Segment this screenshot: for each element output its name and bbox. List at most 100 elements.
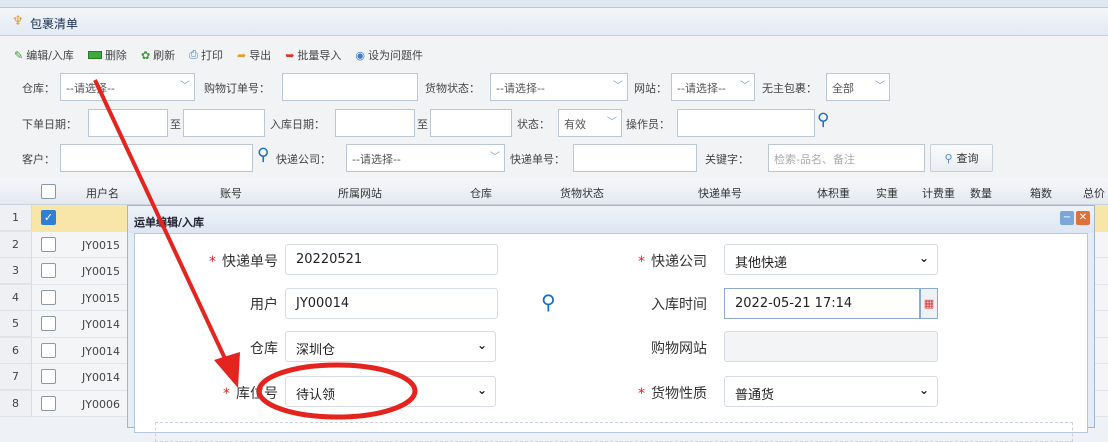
- courier-label: 快递公司：: [276, 153, 331, 166]
- panel-title-bar: ♆ 包裹清单: [0, 8, 1108, 36]
- column-header[interactable]: 用户名: [86, 185, 119, 201]
- column-header[interactable]: 所属网站: [338, 185, 382, 201]
- warehouse-select[interactable]: --请选择-- ﹀: [60, 73, 195, 101]
- batch-import-button[interactable]: ➥ 批量导入: [285, 47, 341, 63]
- goods-status-select[interactable]: --请选择-- ﹀: [490, 73, 628, 101]
- dialog-title: 运单编辑/入库: [128, 206, 1094, 233]
- instock-date-label: 入库日期：: [270, 118, 325, 131]
- chevron-down-icon: ﹀: [607, 117, 617, 128]
- goods-type-select[interactable]: 普通货 ⌄: [724, 376, 938, 407]
- refresh-icon: ✿: [140, 48, 151, 62]
- export-icon: ➦: [236, 48, 247, 62]
- operator-input[interactable]: [677, 109, 815, 137]
- username-cell: JY0015: [82, 238, 120, 252]
- customer-input[interactable]: [60, 144, 253, 172]
- chevron-down-icon: ⌄: [476, 338, 487, 352]
- site-select[interactable]: --请选择-- ﹀: [671, 73, 755, 101]
- location-label: * 库位号: [223, 386, 278, 402]
- operator-label: 操作员：: [626, 118, 670, 131]
- warehouse-label: 仓库：: [22, 82, 55, 95]
- courier-select[interactable]: 其他快递 ⌄: [724, 244, 938, 275]
- column-header[interactable]: 体积重: [817, 185, 850, 201]
- toolbar: ✎ 编辑/入库 删除 ✿ 刷新 ⎙ 打印 ➦ 导出 ➥ 批量导入 ◉ 设为问题件: [14, 47, 423, 63]
- row-number: 1: [0, 205, 32, 231]
- user-label: 用户: [250, 297, 278, 313]
- delete-icon: [87, 51, 102, 59]
- row-checkbox[interactable]: [41, 369, 56, 384]
- column-header[interactable]: 箱数: [1030, 185, 1052, 201]
- minimize-icon[interactable]: −: [1060, 211, 1074, 225]
- chevron-down-icon: ⌄: [918, 251, 929, 265]
- customer-search-icon[interactable]: ⚲: [257, 145, 269, 165]
- column-header[interactable]: 快递单号: [698, 185, 742, 201]
- warehouse-select[interactable]: 深圳仓 ⌄: [285, 331, 496, 362]
- row-checkbox[interactable]: [41, 342, 56, 358]
- order-date-label: 下单日期：: [22, 118, 77, 131]
- courier-select[interactable]: --请选择-- ﹀: [346, 144, 505, 172]
- column-header[interactable]: 账号: [220, 185, 242, 201]
- tracking-no-input[interactable]: 20220521: [285, 244, 498, 275]
- dialog-body: * 快递单号 20220521 用户 JY00014 ⚲ 仓库 深圳仓 ⌄ * 库位号…: [134, 233, 1088, 442]
- flag-icon: ◉: [355, 48, 366, 62]
- delete-button[interactable]: 删除: [87, 47, 127, 63]
- chevron-down-icon: ⌄: [476, 383, 487, 397]
- column-header[interactable]: 实重: [876, 185, 898, 201]
- instock-date-from[interactable]: [335, 109, 415, 137]
- row-number: 8: [0, 390, 32, 417]
- waybill-edit-dialog: 运单编辑/入库 − ✕ * 快递单号 20220521 用户 JY00014 ⚲ …: [127, 205, 1095, 442]
- row-number: 2: [0, 231, 32, 258]
- column-header[interactable]: 总价: [1083, 185, 1105, 201]
- unowned-select[interactable]: 全部 ﹀: [826, 73, 890, 101]
- query-button[interactable]: ⚲ 查询: [930, 144, 993, 172]
- row-checkbox[interactable]: ✓: [41, 210, 56, 225]
- user-input[interactable]: JY00014: [285, 288, 498, 319]
- column-header[interactable]: 货物状态: [560, 185, 604, 201]
- location-select[interactable]: 待认领 ⌄: [285, 376, 496, 407]
- instock-date-to[interactable]: [430, 109, 512, 137]
- customer-label: 客户：: [22, 153, 55, 166]
- calendar-icon[interactable]: ▦: [920, 288, 938, 319]
- print-button[interactable]: ⎙ 打印: [189, 47, 223, 63]
- username-cell: JY0014: [82, 344, 120, 358]
- row-checkbox[interactable]: [41, 289, 56, 305]
- column-header[interactable]: 计费重: [922, 185, 955, 201]
- row-number: 4: [0, 284, 32, 311]
- chevron-down-icon: ﹀: [490, 152, 500, 163]
- row-checkbox[interactable]: [41, 316, 56, 331]
- site-label: 网站：: [634, 82, 667, 95]
- close-icon[interactable]: ✕: [1076, 211, 1090, 225]
- row-checkbox[interactable]: [41, 395, 56, 411]
- row-checkbox[interactable]: [41, 263, 56, 278]
- pencil-icon: ✎: [14, 48, 24, 62]
- status-label: 状态：: [517, 118, 550, 131]
- instock-time-input[interactable]: 2022-05-21 17:14: [724, 288, 920, 319]
- status-select[interactable]: 有效 ﹀: [558, 109, 622, 137]
- to-label: 至: [417, 118, 428, 131]
- row-checkbox[interactable]: [41, 236, 56, 252]
- row-number: 5: [0, 311, 32, 337]
- edit-instock-button[interactable]: ✎ 编辑/入库: [14, 47, 74, 63]
- tracking-label: 快递单号：: [510, 153, 565, 166]
- chevron-down-icon: ﹀: [613, 81, 623, 92]
- warehouse-label: 仓库: [250, 341, 278, 357]
- unowned-label: 无主包裹：: [762, 82, 817, 95]
- shop-site-input[interactable]: [724, 331, 938, 362]
- refresh-button[interactable]: ✿ 刷新: [141, 47, 175, 63]
- column-header[interactable]: 数量: [970, 185, 992, 201]
- row-number: 6: [0, 337, 32, 364]
- order-date-to[interactable]: [183, 109, 265, 137]
- mark-problem-button[interactable]: ◉ 设为问题件: [355, 47, 423, 63]
- user-search-icon[interactable]: ⚲: [541, 290, 556, 314]
- order-no-input[interactable]: [282, 73, 418, 101]
- top-tab-strip: [0, 0, 1108, 8]
- operator-search-icon[interactable]: ⚲: [817, 110, 829, 130]
- keyword-input[interactable]: 检索-品名、备注: [768, 144, 925, 172]
- order-date-from[interactable]: [88, 109, 168, 137]
- export-button[interactable]: ➦ 导出: [237, 47, 271, 63]
- select-all-checkbox[interactable]: [41, 184, 56, 199]
- username-cell: JY0006: [82, 397, 120, 411]
- tracking-input[interactable]: [573, 144, 697, 172]
- column-header[interactable]: 仓库: [470, 185, 492, 201]
- keyword-label: 关键字：: [705, 153, 749, 166]
- row-number: 7: [0, 364, 32, 390]
